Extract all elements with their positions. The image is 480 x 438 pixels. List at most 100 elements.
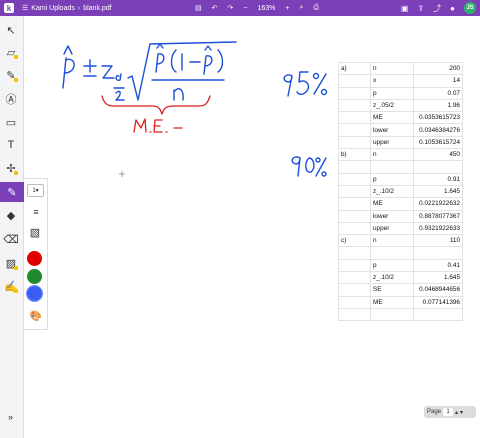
table-cell (413, 307, 463, 322)
table-cell: n (370, 148, 414, 162)
table-cell: 0.0353615723 (413, 111, 463, 125)
table-cell: 450 (413, 148, 463, 162)
table-cell (338, 197, 371, 211)
notifications-icon[interactable]: ● (450, 4, 455, 13)
table-cell: x (370, 74, 414, 88)
table-cell (370, 160, 414, 174)
table-cell: 0.0468944656 (413, 283, 463, 297)
table-cell (338, 258, 371, 273)
redo-icon[interactable]: ↷ (228, 4, 234, 12)
document-canvas[interactable]: a) n 200 x 14 p 0.07 z_.05/2 1.96 ME 0.0353615723 l… (24, 16, 480, 438)
top-bar: k ☰ Kami Uploads › blank.pdf ▤ ↶ ↷ − 163… (0, 0, 480, 16)
table-cell: 0.07 (413, 86, 463, 100)
kami-logo-icon[interactable]: k (4, 3, 14, 13)
account-controls: ▣ ⇪ ⤴ ● JS (401, 0, 476, 16)
table-row (338, 307, 463, 322)
image-tool-icon[interactable]: ▨ (4, 256, 18, 270)
export-icon[interactable]: ⇪ (417, 4, 424, 13)
table-cell (413, 160, 463, 174)
table-row: lower 0.0346384276 (338, 123, 463, 137)
page-view-icon[interactable]: ▤ (195, 4, 202, 12)
expand-sidebar-icon[interactable]: » (8, 412, 13, 422)
table-cell: 0.0221922632 (413, 197, 463, 211)
signature-tool-icon[interactable]: ✍ (4, 279, 18, 293)
undo-icon[interactable]: ↶ (212, 4, 218, 12)
table-cell (338, 307, 371, 322)
table-cell (338, 184, 371, 199)
table-cell: lower (370, 123, 414, 137)
page-indicator: Page 1 ▴ ▾ (424, 406, 476, 418)
table-cell: p (370, 172, 414, 186)
table-cell: z_.10/2 (370, 271, 414, 285)
search-icon[interactable]: ⌕ (299, 4, 303, 12)
table-cell: ME (370, 111, 414, 125)
table-cell: upper (370, 135, 414, 150)
table-cell: lower (370, 209, 414, 223)
table-cell (338, 221, 371, 236)
table-row: upper 0.1053615724 (338, 135, 463, 150)
eraser-icon[interactable]: ⌫ (3, 232, 19, 246)
breadcrumb-file[interactable]: blank.pdf (83, 5, 111, 12)
table-cell (338, 86, 371, 100)
table-cell: 14 (413, 74, 463, 88)
table-row (338, 160, 463, 174)
view-controls: ▤ ↶ ↷ − 163% + ⌕ ⎙ (195, 0, 319, 16)
table-cell: a) (338, 61, 371, 76)
table-row: p 0.91 (338, 172, 463, 186)
table-row: p 0.07 (338, 86, 463, 100)
table-cell (338, 160, 371, 174)
table-row: b) n 450 (338, 148, 463, 162)
table-cell (338, 123, 371, 137)
table-cell (370, 307, 414, 322)
eraser-tool-icon[interactable]: ▱ (4, 45, 18, 59)
menu-icon[interactable]: ☰ (22, 4, 28, 12)
share-icon[interactable]: ⤴ (433, 3, 441, 14)
drawing-tool-icon[interactable]: ✎ (0, 182, 24, 202)
table-row: lower 0.8878077367 (338, 209, 463, 223)
table-row: ME 0.0353615723 (338, 111, 463, 125)
page-label: Page (427, 409, 442, 415)
save-icon[interactable]: ▣ (401, 4, 409, 13)
table-cell (413, 246, 463, 260)
table-row: upper 0.9321922633 (338, 221, 463, 236)
page-up-icon[interactable]: ▴ (455, 409, 458, 416)
breadcrumb-folder[interactable]: Kami Uploads (31, 5, 75, 12)
shapes-tool-icon[interactable]: ✢ (4, 161, 18, 175)
table-row: p 0.41 (338, 258, 463, 273)
table-cell (370, 246, 414, 260)
table-cell: 0.077141396 (413, 295, 463, 309)
table-cell (338, 271, 371, 285)
print-icon[interactable]: ⎙ (313, 4, 319, 12)
page-down-icon[interactable]: ▾ (460, 409, 463, 416)
table-cell: upper (370, 221, 414, 236)
breadcrumb: ☰ Kami Uploads › blank.pdf (22, 4, 112, 13)
table-row: ME 0.077141396 (338, 295, 463, 309)
table-cell: c) (338, 234, 371, 248)
user-avatar[interactable]: JS (464, 2, 476, 14)
table-cell (338, 111, 371, 125)
highlighter-tool-icon[interactable]: ✎ (4, 68, 18, 82)
text-annotation-tool-icon[interactable]: Ⓐ (4, 92, 18, 106)
table-cell: 0.1053615724 (413, 135, 463, 150)
text-tool-icon[interactable]: T (4, 138, 18, 152)
table-cell: 0.0346384276 (413, 123, 463, 137)
table-cell: 0.9321922633 (413, 221, 463, 236)
table-row: SE 0.0468944656 (338, 283, 463, 297)
table-cell: b) (338, 148, 371, 162)
table-cell: 200 (413, 61, 463, 76)
zoom-level[interactable]: 163% (257, 5, 275, 12)
table-cell: 1.96 (413, 98, 463, 113)
page-number-input[interactable]: 1 (443, 408, 454, 416)
breadcrumb-separator-icon: › (77, 4, 81, 12)
select-tool-icon[interactable]: ↖ (4, 23, 18, 37)
zoom-out-icon[interactable]: − (243, 5, 247, 12)
table-cell (338, 295, 371, 309)
table-cell: p (370, 258, 414, 273)
table-cell: ME (370, 197, 414, 211)
shape-tool-icon[interactable]: ◆ (4, 208, 18, 222)
comment-tool-icon[interactable]: ▭ (4, 115, 18, 129)
zoom-in-icon[interactable]: + (285, 5, 289, 12)
table-cell: n (370, 61, 414, 76)
table-row: a) n 200 (338, 61, 463, 76)
table-cell: 1.645 (413, 271, 463, 285)
